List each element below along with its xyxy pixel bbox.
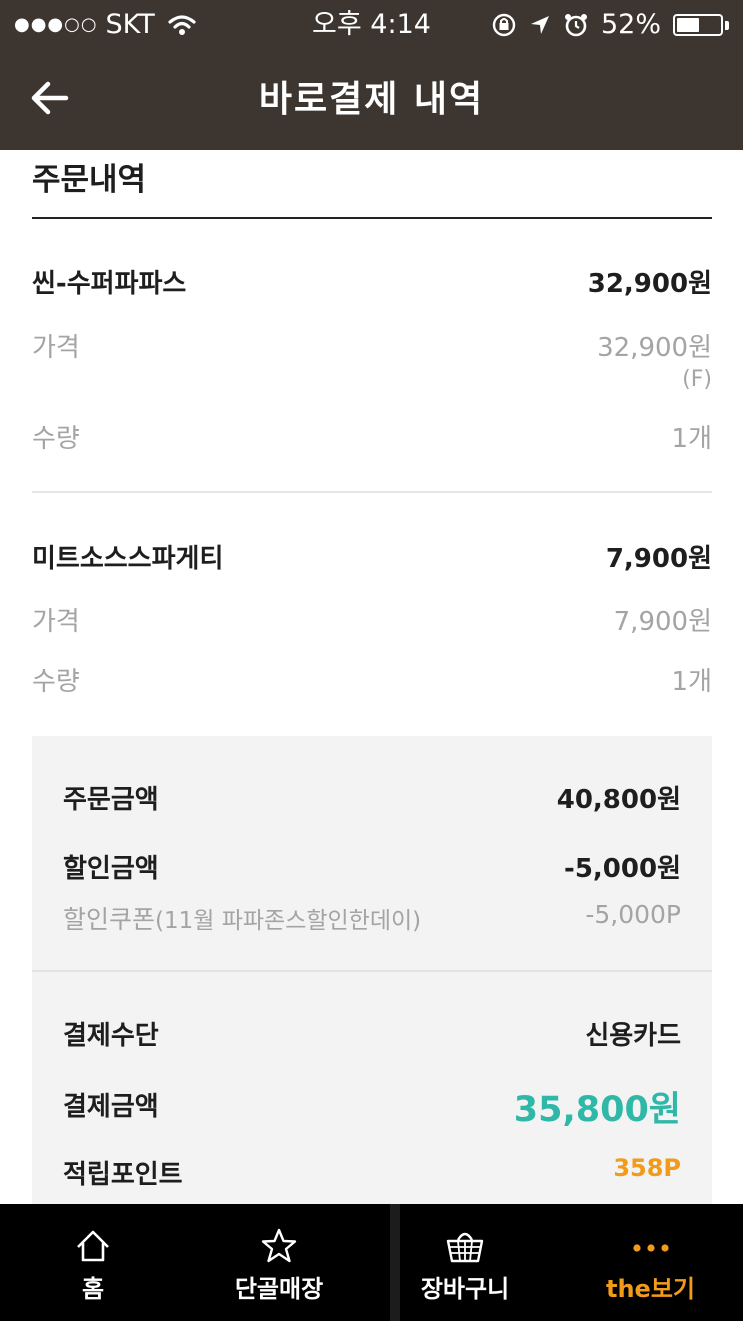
item-name: 씬-수퍼파파스: [32, 269, 187, 299]
item-total: 7,900원: [605, 544, 712, 574]
points-label: 적립포인트: [63, 1160, 183, 1190]
payment-amount-value: 35,800원: [513, 1090, 681, 1130]
qty-value: 1개: [671, 424, 712, 454]
battery-percent: 52%: [600, 9, 661, 40]
more-dots-icon: [632, 1244, 669, 1252]
coupon-detail: (11월 파파존스할인한데이): [155, 908, 422, 934]
item-divider: [32, 491, 712, 493]
battery-cap: [725, 20, 729, 30]
bottom-tab-bar: 홈 단골매장 장바구니 the보기: [0, 1204, 743, 1321]
rotation-lock-icon: [492, 13, 516, 37]
tab-home[interactable]: 홈: [0, 1204, 186, 1321]
price-value: 32,900원: [597, 333, 712, 363]
payment-amount-label: 결제금액: [63, 1092, 159, 1122]
price-note: (F): [682, 367, 712, 392]
order-amount-value: 40,800원: [556, 785, 681, 815]
tab-cart[interactable]: 장바구니: [372, 1204, 558, 1321]
price-label: 가격: [32, 333, 80, 363]
discount-value: -5,000원: [564, 854, 681, 884]
section-divider: [32, 217, 712, 219]
tab-label: 홈: [81, 1275, 105, 1303]
tab-label: 장바구니: [420, 1275, 510, 1303]
order-content[interactable]: 주문내역 씬-수퍼파파스 32,900원 가격 32,900원 (F) 수량 1…: [0, 150, 743, 1204]
qty-label: 수량: [32, 667, 80, 697]
section-title-order: 주문내역: [32, 162, 147, 198]
coupon-name: 할인쿠폰: [63, 905, 156, 934]
location-arrow-icon: [530, 16, 549, 34]
price-label: 가격: [32, 607, 80, 637]
item-total: 32,900원: [587, 269, 712, 299]
home-icon: [77, 1230, 109, 1262]
battery-icon: [673, 14, 723, 36]
header: 바로결제 내역: [0, 50, 743, 150]
price-value: 7,900원: [613, 607, 712, 637]
basket-icon: [446, 1232, 484, 1263]
payment-method-value: 신용카드: [585, 1021, 681, 1051]
discount-label: 할인금액: [63, 854, 159, 884]
page-title: 바로결제 내역: [258, 79, 485, 120]
tab-more[interactable]: the보기: [558, 1204, 743, 1321]
tab-label: 단골매장: [234, 1275, 324, 1303]
status-bar: ●●●○○ SKT 오후 4:14 52%: [0, 0, 743, 50]
tab-label: the보기: [606, 1275, 695, 1303]
payment-method-label: 결제수단: [63, 1021, 159, 1051]
summary-divider: [32, 970, 712, 972]
tab-favorite-stores[interactable]: 단골매장: [186, 1204, 372, 1321]
star-icon: [261, 1228, 297, 1263]
order-amount-label: 주문금액: [63, 785, 159, 815]
alarm-icon: [564, 14, 587, 37]
payment-summary: 주문금액 40,800원 할인금액 -5,000원 할인쿠폰(11월 파파존스할…: [32, 736, 712, 1204]
battery-level-fill: [677, 18, 699, 32]
points-value: 358P: [613, 1154, 681, 1182]
status-right: 52%: [491, 9, 729, 41]
coupon-value: -5,000P: [585, 900, 681, 929]
qty-label: 수량: [32, 424, 80, 454]
qty-value: 1개: [671, 667, 712, 697]
item-name: 미트소스스파게티: [32, 544, 224, 574]
coupon-label: 할인쿠폰(11월 파파존스할인한데이): [63, 900, 421, 936]
